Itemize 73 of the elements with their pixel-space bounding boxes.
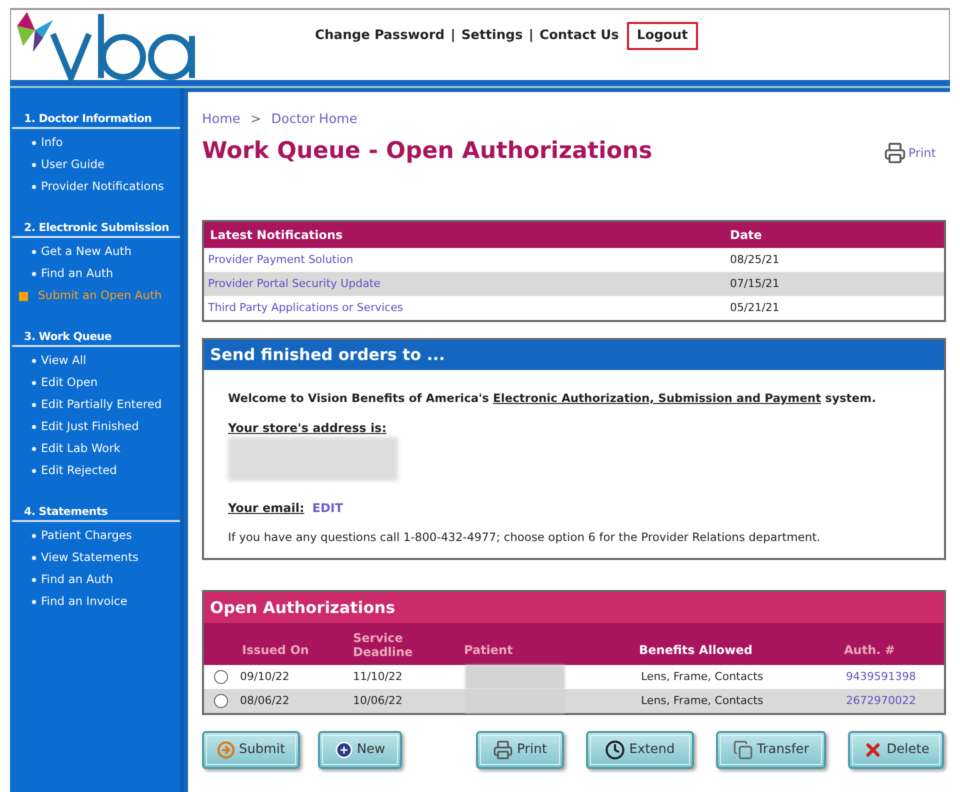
sidebar-link[interactable]: Info	[41, 134, 63, 152]
auth-link[interactable]: 9439591398	[846, 668, 916, 686]
auth-link[interactable]: 2672970022	[846, 692, 916, 710]
header-link[interactable]: Contact Us	[539, 26, 619, 46]
welcome-text: system.	[825, 390, 876, 407]
section-heading: 3. Work Queue	[12, 328, 180, 347]
action-button[interactable]: Submit	[202, 731, 300, 769]
sidebar-link[interactable]: Edit Just Finished	[41, 418, 139, 436]
notification-link[interactable]: Provider Portal Security Update	[204, 276, 730, 292]
table-cell-text: 08/06/22	[240, 692, 290, 709]
column-header: Latest Notifications	[209, 227, 344, 244]
breadcrumb-link[interactable]: Doctor Home	[271, 110, 358, 130]
documents-icon	[732, 740, 753, 760]
page-title: Work Queue - Open Authorizations	[202, 136, 652, 166]
column-header: Benefits Allowed	[639, 642, 754, 659]
sidebar-link[interactable]: Edit Open	[41, 374, 98, 392]
radio-button[interactable]	[214, 670, 228, 684]
printer-icon	[493, 740, 514, 760]
printer-icon	[884, 142, 906, 164]
section-heading: 4. Statements	[12, 503, 180, 522]
sidebar-link[interactable]: Provider Notifications	[41, 178, 164, 196]
edit-link[interactable]: EDIT	[312, 499, 344, 518]
column-header: Patient	[464, 642, 514, 659]
plus-icon	[334, 741, 353, 759]
section-heading: 1. Doctor Information	[12, 110, 180, 129]
table-cell-text: 09/10/22	[240, 668, 290, 685]
column-header: Issued On	[242, 642, 310, 659]
separator: |	[528, 27, 534, 45]
action-button[interactable]: Extend	[586, 731, 694, 769]
sidebar-link[interactable]: Find an Invoice	[41, 593, 128, 611]
action-button[interactable]: Delete	[848, 731, 944, 769]
section-heading: 2. Electronic Submission	[12, 219, 180, 238]
system-name: Electronic Authorization, Submission and Payment	[493, 390, 822, 407]
table-cell-text: 05/21/21	[730, 300, 780, 316]
notification-link[interactable]: Provider Payment Solution	[204, 252, 730, 268]
sidebar-link[interactable]: Edit Partially Entered	[41, 396, 162, 414]
sidebar-link[interactable]: User Guide	[41, 156, 105, 174]
separator: |	[450, 27, 456, 45]
header-link[interactable]: Logout	[626, 22, 698, 50]
table-title: Open Authorizations	[204, 592, 944, 623]
clock-icon	[605, 740, 626, 760]
column-header: Date	[730, 227, 762, 244]
table-cell-text: 10/06/22	[353, 692, 404, 709]
sidebar-link[interactable]: Find an Auth	[41, 571, 114, 589]
action-button[interactable]: Transfer	[716, 731, 826, 769]
table-cell-text: Lens, Frame, Contacts	[641, 668, 764, 685]
table-cell-text: 11/10/22	[353, 668, 404, 685]
sidebar-link[interactable]: Edit Rejected	[41, 462, 117, 480]
email-label: Your email:	[228, 500, 304, 518]
table-cell-text: Lens, Frame, Contacts	[641, 692, 764, 709]
sidebar-link[interactable]: View Statements	[41, 549, 138, 567]
column-header: Auth. #	[844, 642, 895, 659]
panel-title: Send finished orders to ...	[204, 340, 944, 370]
action-button[interactable]: Print	[476, 731, 564, 769]
table-cell-text: 07/15/21	[730, 276, 780, 292]
sidebar-link[interactable]: Edit Lab Work	[41, 440, 120, 458]
print-link[interactable]: Print	[884, 142, 936, 164]
column-header: Service Deadline	[353, 631, 414, 659]
sidebar-link[interactable]: Find an Auth	[41, 265, 114, 283]
help-text: If you have any questions call 1-800-432-4977; choose option 6 for the Provider Relations department.	[228, 529, 822, 546]
radio-button[interactable]	[214, 694, 228, 708]
header-link[interactable]: Settings	[461, 26, 523, 46]
action-button[interactable]: New	[318, 731, 402, 769]
sidebar-link[interactable]: View All	[41, 352, 86, 370]
welcome-text: Welcome to Vision Benefits of America's	[228, 390, 490, 407]
breadcrumb-link[interactable]: Home	[202, 110, 240, 130]
breadcrumb-separator: >	[250, 111, 262, 129]
header-link[interactable]: Change Password	[315, 26, 445, 46]
table-cell-text: 08/25/21	[730, 252, 780, 268]
notification-link[interactable]: Third Party Applications or Services	[204, 300, 730, 316]
address-label: Your store's address is:	[228, 420, 388, 438]
sidebar-link[interactable]: Patient Charges	[41, 527, 132, 545]
sidebar-link[interactable]: Get a New Auth	[41, 243, 132, 261]
